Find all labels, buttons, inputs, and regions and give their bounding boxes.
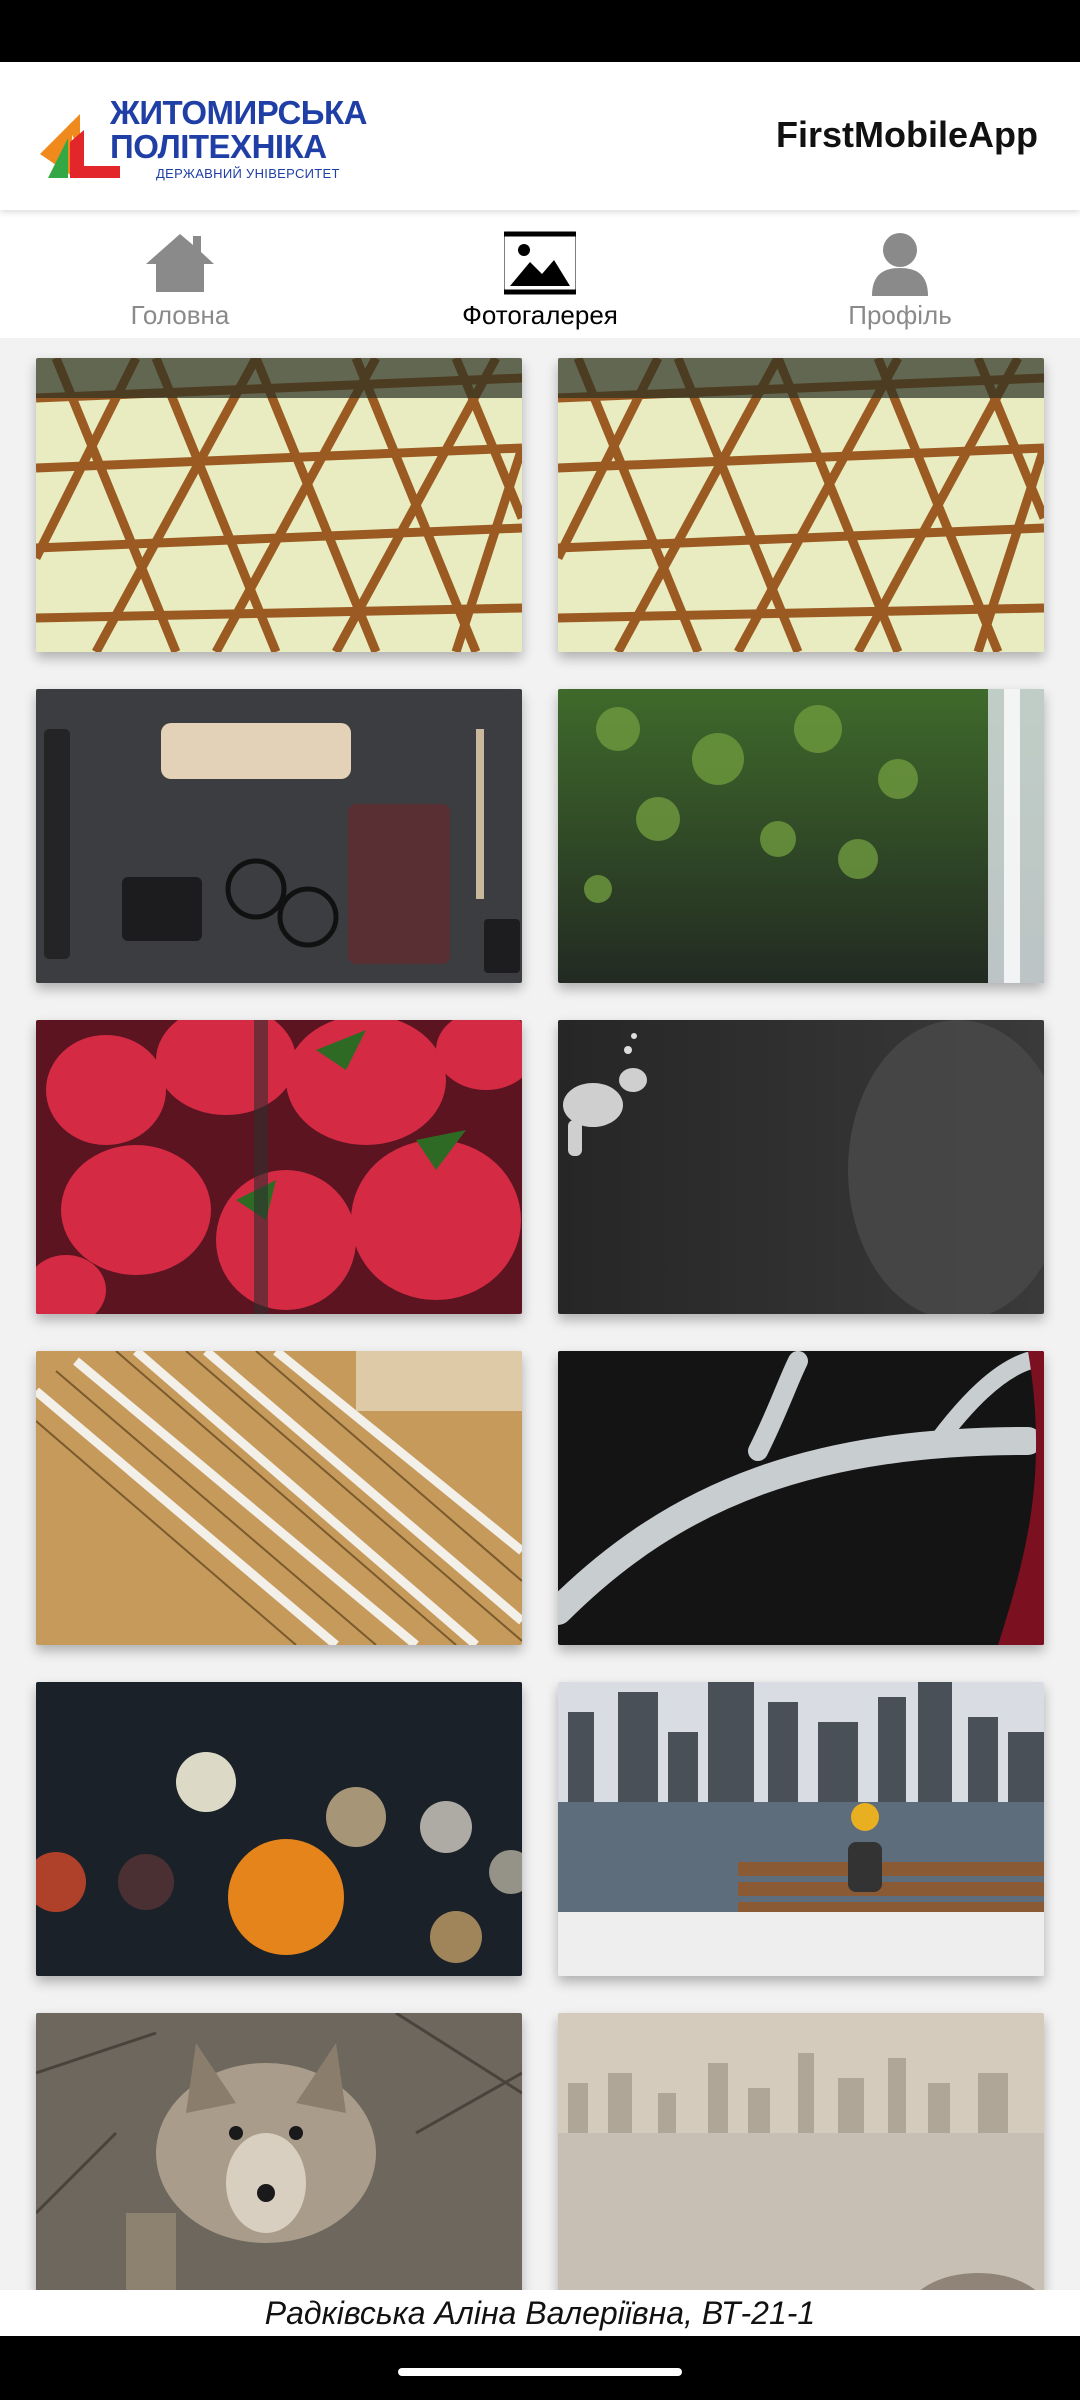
scuba-diver-image [558, 1020, 1044, 1314]
tab-gallery-label: Фотогалерея [462, 300, 618, 330]
logo-line-3: ДЕРЖАВНИЙ УНІВЕРСИТЕТ [156, 166, 340, 181]
steel-dome-lattice-image [36, 358, 522, 652]
gallery-photo[interactable] [558, 2013, 1044, 2290]
system-navigation-bar [0, 2336, 1080, 2400]
app-header: ЖИТОМИРСЬКА ПОЛІТЕХНІКА ДЕРЖАВНИЙ УНІВЕР… [0, 62, 1080, 210]
author-footer: Радківська Аліна Валеріївна, ВТ-21-1 [0, 2290, 1080, 2336]
city-bokeh-lights-image [36, 1682, 522, 1976]
gallery-photo[interactable] [558, 1351, 1044, 1645]
image-icon [504, 231, 576, 295]
tab-home-label: Головна [130, 300, 230, 330]
hazy-city-water-image [558, 2013, 1044, 2290]
steel-dome-lattice-image [558, 358, 1044, 652]
gallery-photo[interactable] [558, 358, 1044, 652]
coyote-image [36, 2013, 522, 2290]
strawberries-image [36, 1020, 522, 1314]
gallery-photo[interactable] [36, 1682, 522, 1976]
logo-mark-icon [40, 114, 120, 178]
person-on-bench-skyline-image [558, 1682, 1044, 1976]
antler-on-black-image [558, 1351, 1044, 1645]
home-indicator[interactable] [398, 2368, 682, 2376]
desk-items-flatlay-image [36, 689, 522, 983]
home-icon [146, 234, 214, 292]
tab-profile[interactable]: Профіль [720, 210, 1080, 338]
tab-gallery[interactable]: Фотогалерея [360, 210, 720, 338]
logo-line-1: ЖИТОМИРСЬКА [110, 94, 367, 131]
gallery-photo[interactable] [36, 1020, 522, 1314]
person-icon [872, 233, 928, 296]
status-bar [0, 0, 1080, 62]
gallery-photo[interactable] [36, 1351, 522, 1645]
tab-home[interactable]: Головна [0, 210, 360, 338]
app-title: FirstMobileApp [776, 114, 1038, 155]
gallery-photo[interactable] [36, 689, 522, 983]
tab-profile-label: Профіль [848, 300, 952, 330]
gallery-photo[interactable] [36, 358, 522, 652]
gallery-photo[interactable] [36, 2013, 522, 2290]
gallery-photo[interactable] [558, 1020, 1044, 1314]
rulers-and-pens-image [36, 1351, 522, 1645]
logo-line-2: ПОЛІТЕХНІКА [110, 128, 327, 165]
photo-gallery [0, 338, 1080, 2290]
university-logo: ЖИТОМИРСЬКА ПОЛІТЕХНІКА ДЕРЖАВНИЙ УНІВЕР… [40, 90, 367, 186]
tab-bar: Головна Фотогалерея Профіль [0, 210, 1080, 338]
mossy-cliff-waterfall-image [558, 689, 1044, 983]
gallery-photo[interactable] [558, 1682, 1044, 1976]
gallery-photo[interactable] [558, 689, 1044, 983]
